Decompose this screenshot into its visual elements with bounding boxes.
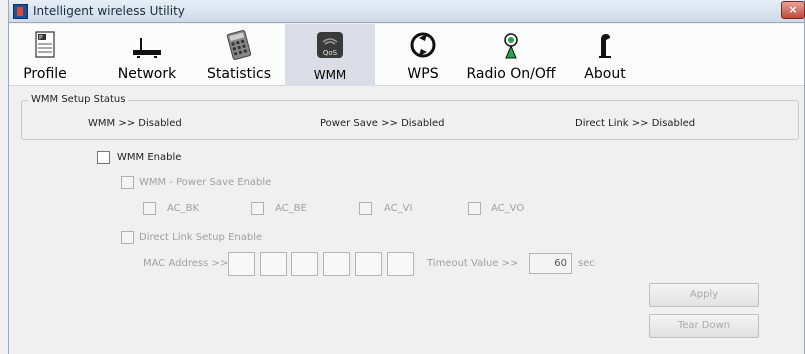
mac-address-field-3[interactable]	[291, 252, 318, 276]
title-bar[interactable]: Intelligent wireless Utility ×	[9, 0, 805, 23]
power-save-status: Power Save >> Disabled	[320, 118, 445, 129]
timeout-unit: sec	[578, 258, 595, 269]
main-toolbar: P Profile Network Statistics QoS WMM WPS…	[9, 24, 804, 86]
svg-text:QoS: QoS	[323, 49, 338, 57]
about-icon	[599, 34, 611, 58]
direct-link-status: Direct Link >> Disabled	[575, 118, 696, 129]
wmm-status-group: WMM Setup Status WMM >> Disabled Power S…	[21, 94, 799, 140]
tab-wmm-label: WMM	[313, 68, 347, 82]
ac-be-checkbox[interactable]	[251, 202, 264, 215]
tab-statistics-label: Statistics	[207, 66, 271, 82]
tab-wps-label: WPS	[407, 66, 439, 82]
ac-vo-checkbox[interactable]	[468, 202, 481, 215]
tab-about[interactable]: About	[575, 24, 635, 86]
ac-vi-checkbox[interactable]	[359, 202, 372, 215]
qos-icon: QoS	[317, 32, 343, 58]
mac-address-field-6[interactable]	[387, 252, 414, 276]
tab-network-label: Network	[117, 66, 177, 82]
tab-about-label: About	[584, 66, 626, 82]
tab-radio[interactable]: Radio On/Off	[465, 24, 557, 86]
mac-address-field-1[interactable]	[228, 252, 255, 276]
ac-be-label: AC_BE	[275, 203, 307, 214]
app-logo-icon	[13, 4, 28, 19]
radio-icon	[504, 33, 518, 59]
tab-profile-label: Profile	[23, 66, 67, 82]
power-save-enable-checkbox[interactable]	[121, 176, 134, 189]
wmm-enable-checkbox[interactable]	[97, 151, 110, 164]
ac-bk-label: AC_BK	[167, 203, 200, 214]
status-legend: WMM Setup Status	[28, 94, 129, 105]
power-save-enable-label: WMM - Power Save Enable	[139, 177, 272, 188]
tab-profile[interactable]: P Profile	[15, 24, 75, 86]
tab-statistics[interactable]: Statistics	[199, 24, 279, 86]
mac-address-field-2[interactable]	[260, 252, 287, 276]
direct-link-enable-label: Direct Link Setup Enable	[139, 232, 263, 243]
wmm-status: WMM >> Disabled	[88, 118, 182, 129]
ac-vi-label: AC_VI	[384, 203, 413, 214]
direct-link-enable-checkbox[interactable]	[121, 231, 134, 244]
tab-wps[interactable]: WPS	[393, 24, 453, 86]
mac-address-field-5[interactable]	[355, 252, 382, 276]
window-title: Intelligent wireless Utility	[33, 4, 185, 18]
timeout-label: Timeout Value >>	[427, 258, 519, 269]
close-button[interactable]: ×	[781, 1, 805, 19]
statistics-icon	[226, 30, 252, 60]
timeout-input[interactable]: 60	[529, 253, 572, 274]
apply-button[interactable]: Apply	[649, 283, 759, 307]
mac-address-label: MAC Address >>	[143, 258, 229, 269]
tab-radio-label: Radio On/Off	[466, 66, 556, 82]
wmm-enable-label: WMM Enable	[117, 152, 182, 163]
ac-vo-label: AC_VO	[491, 203, 525, 214]
profile-icon: P	[35, 31, 55, 58]
svg-text:P: P	[39, 35, 43, 42]
app-window: Intelligent wireless Utility × P Profile	[8, 0, 805, 354]
network-icon	[133, 38, 161, 58]
ac-bk-checkbox[interactable]	[143, 202, 156, 215]
tear-down-button[interactable]: Tear Down	[649, 314, 759, 338]
tab-wmm[interactable]: QoS WMM	[285, 24, 375, 86]
tab-network[interactable]: Network	[111, 24, 183, 86]
wps-icon	[410, 32, 436, 58]
mac-address-field-4[interactable]	[323, 252, 350, 276]
